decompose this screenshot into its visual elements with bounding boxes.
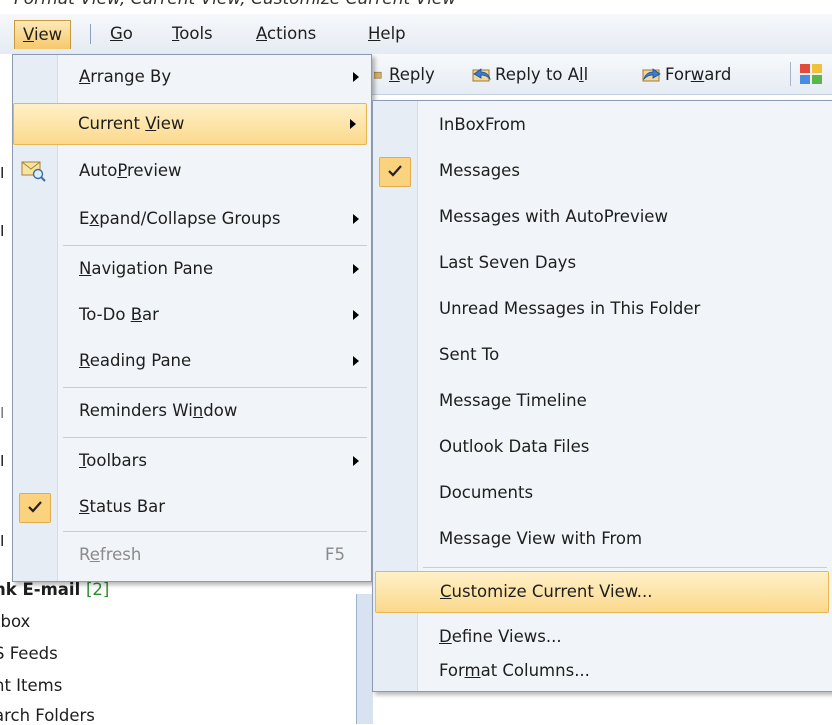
autopreview-label: AutoPreview <box>79 161 182 180</box>
nav-folder-search[interactable]: arch Folders <box>0 706 95 725</box>
view-option-label: Last Seven Days <box>439 253 577 272</box>
define-views-label: Define Views... <box>439 627 562 646</box>
customize-current-view-item[interactable]: Customize Current View... <box>375 571 829 613</box>
submenu-arrow-icon <box>353 214 359 224</box>
view-option-documents[interactable]: Documents <box>375 473 827 513</box>
view-reading-pane[interactable]: Reading Pane <box>15 341 369 381</box>
nav-folder-sent[interactable]: nt Items <box>0 676 62 695</box>
define-views-item[interactable]: Define Views... <box>375 617 827 657</box>
format-columns-label: Format Columns... <box>439 661 590 680</box>
breadcrumb-text: Format View, Current View, Customize Cur… <box>14 0 456 9</box>
menu-separator <box>63 387 367 388</box>
reply-all-icon <box>472 68 491 82</box>
menu-bar: View Go Tools Actions Help <box>0 14 832 55</box>
current-view-submenu: InBoxFrom Messages Messages with AutoPre… <box>372 100 832 692</box>
view-status-bar[interactable]: Status Bar <box>15 487 369 527</box>
forward-icon <box>642 68 661 82</box>
expand-collapse-label: Expand/Collapse Groups <box>79 209 281 228</box>
submenu-arrow-icon <box>353 310 359 320</box>
menu-go[interactable]: Go <box>104 22 139 46</box>
view-todo-bar[interactable]: To-Do Bar <box>15 295 369 335</box>
view-option-messages[interactable]: Messages <box>375 151 827 191</box>
reply-all-button[interactable]: Reply to All <box>472 64 588 86</box>
view-option-label: Messages <box>439 161 520 180</box>
view-option-label: Documents <box>439 483 534 502</box>
checkmark-icon <box>379 157 411 187</box>
view-reminders-window[interactable]: Reminders Window <box>15 391 369 431</box>
refresh-label: Refresh <box>79 545 142 564</box>
menu-tools[interactable]: Tools <box>166 22 219 46</box>
view-option-unread[interactable]: Unread Messages in This Folder <box>375 289 827 329</box>
checkmark-icon <box>19 493 51 523</box>
view-expand-collapse[interactable]: Expand/Collapse Groups <box>15 199 369 239</box>
menu-view[interactable]: View <box>14 20 72 49</box>
forward-button[interactable]: Forward <box>642 64 731 86</box>
view-option-message-timeline[interactable]: Message Timeline <box>375 381 827 421</box>
view-option-message-view-from[interactable]: Message View with From <box>375 519 827 559</box>
pane-scrollbar[interactable] <box>356 594 373 724</box>
nav-folder-junk[interactable]: nk E-mail [2] <box>0 580 109 599</box>
submenu-arrow-icon <box>353 264 359 274</box>
submenu-arrow-icon <box>350 119 356 129</box>
nav-folder-junk-label: nk E-mail <box>0 580 81 599</box>
view-arrange-by[interactable]: Arrange By <box>15 57 369 97</box>
view-option-sent-to[interactable]: Sent To <box>375 335 827 375</box>
current-view-label: Current View <box>78 114 185 133</box>
view-toolbars[interactable]: Toolbars <box>15 441 369 481</box>
toolbar-separator <box>790 62 791 86</box>
status-bar-label: Status Bar <box>79 497 166 516</box>
view-option-messages-autopreview[interactable]: Messages with AutoPreview <box>375 197 827 237</box>
nav-folder-rss[interactable]: S Feeds <box>0 644 58 663</box>
view-option-label: Sent To <box>439 345 500 364</box>
view-option-label: Messages with AutoPreview <box>439 207 668 226</box>
view-current-view[interactable]: Current View <box>13 103 367 145</box>
refresh-shortcut: F5 <box>325 545 345 564</box>
menu-separator <box>423 567 827 568</box>
menu-actions[interactable]: Actions <box>250 22 322 46</box>
breadcrumb: Format View, Current View, Customize Cur… <box>0 0 832 14</box>
view-refresh[interactable]: Refresh F5 <box>15 535 369 575</box>
reminders-window-label: Reminders Window <box>79 401 238 420</box>
format-columns-item[interactable]: Format Columns... <box>375 661 827 689</box>
reply-button[interactable]: Reply <box>374 64 435 86</box>
submenu-arrow-icon <box>353 356 359 366</box>
nav-folder-junk-count: [2] <box>85 580 110 599</box>
reply-icon <box>374 71 382 79</box>
todo-bar-label: To-Do Bar <box>79 305 159 324</box>
nav-folder-outbox[interactable]: tbox <box>0 612 30 631</box>
menu-view-label: View <box>23 25 63 44</box>
menu-separator <box>63 245 367 246</box>
view-option-label: Outlook Data Files <box>439 437 590 456</box>
menu-help[interactable]: Help <box>362 22 412 46</box>
view-option-inboxfrom[interactable]: InBoxFrom <box>375 105 827 145</box>
view-navigation-pane[interactable]: Navigation Pane <box>15 249 369 289</box>
menu-separator <box>63 437 367 438</box>
view-option-label: Message Timeline <box>439 391 587 410</box>
categorize-icon[interactable] <box>800 64 824 84</box>
menu-separator <box>90 24 91 44</box>
view-option-label: Unread Messages in This Folder <box>439 299 701 318</box>
submenu-arrow-icon <box>353 456 359 466</box>
autopreview-icon <box>21 161 46 182</box>
menu-separator <box>63 531 367 532</box>
reading-pane-label: Reading Pane <box>79 351 192 370</box>
view-menu: Arrange By Current View AutoPreview Expa… <box>12 54 372 582</box>
customize-current-view-label: Customize Current View... <box>440 582 653 601</box>
view-option-last-seven-days[interactable]: Last Seven Days <box>375 243 827 283</box>
toolbars-label: Toolbars <box>79 451 148 470</box>
navigation-pane-label: Navigation Pane <box>79 259 214 278</box>
submenu-arrow-icon <box>353 72 359 82</box>
view-option-label: InBoxFrom <box>439 115 526 134</box>
arrange-by-label: Arrange By <box>79 67 172 86</box>
view-autopreview[interactable]: AutoPreview <box>15 151 369 191</box>
view-option-outlook-data-files[interactable]: Outlook Data Files <box>375 427 827 467</box>
view-option-label: Message View with From <box>439 529 643 548</box>
toolbar: Reply Reply to All Forward <box>372 54 832 95</box>
